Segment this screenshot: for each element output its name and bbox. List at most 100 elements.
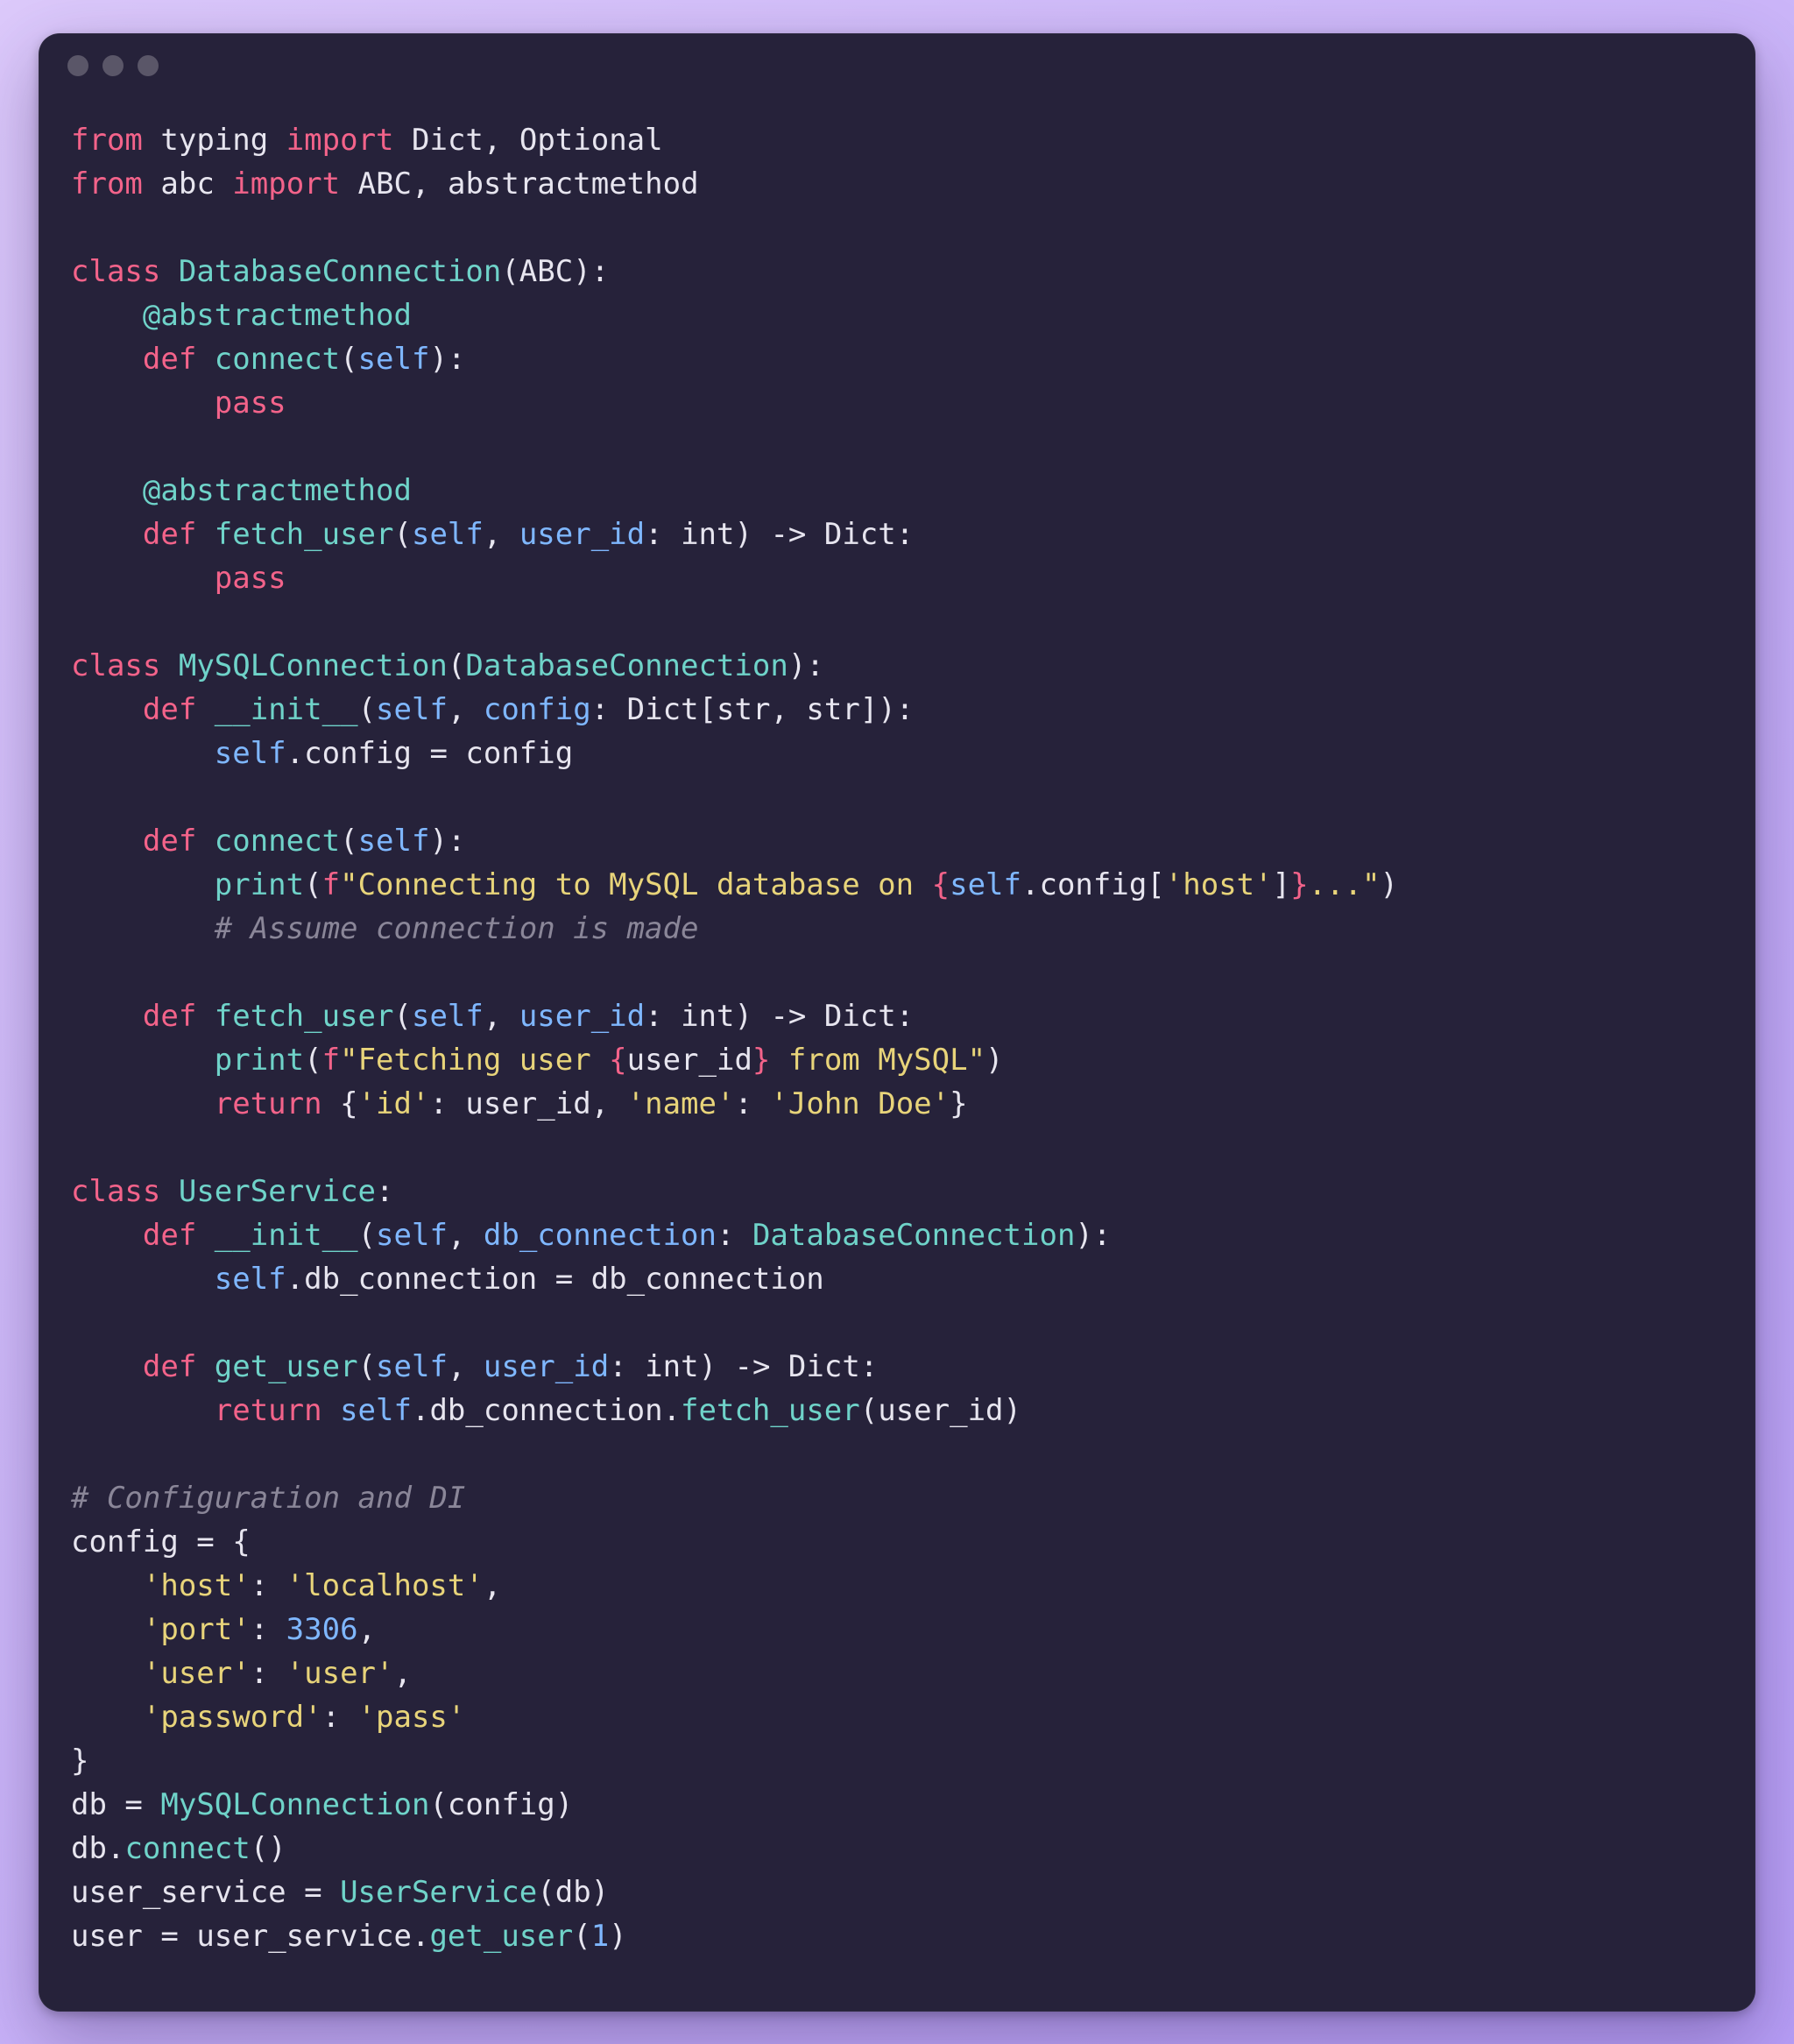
code-token: ) -> (699, 1349, 788, 1384)
code-token: 'pass' (358, 1700, 466, 1735)
traffic-light-minimize-icon[interactable] (102, 55, 124, 76)
traffic-light-close-icon[interactable] (67, 55, 88, 76)
code-token: DatabaseConnection (465, 648, 788, 683)
code-token: . (412, 1919, 429, 1954)
code-token: 'host' (1165, 867, 1273, 902)
code-token: return (215, 1086, 322, 1121)
code-token: ( (358, 692, 376, 727)
code-token: ) (609, 1919, 626, 1954)
code-token: 'name' (627, 1086, 735, 1121)
code-token (196, 692, 214, 727)
code-token: ) (1380, 867, 1397, 902)
code-token: config (465, 736, 573, 771)
code-token: str (806, 692, 859, 727)
code-token: def (143, 692, 196, 727)
code-token: ..." (1309, 867, 1381, 902)
code-token: : (322, 1700, 358, 1735)
code-token: ( (429, 1787, 447, 1822)
code-token (71, 1349, 143, 1384)
code-token: str (717, 692, 770, 727)
code-token: ( (304, 867, 321, 902)
code-token: { (609, 1043, 626, 1078)
code-token: Dict (627, 692, 699, 727)
code-token: print (215, 867, 304, 902)
code-token (143, 123, 160, 158)
code-token (71, 342, 143, 377)
code-token: 1 (591, 1919, 609, 1954)
code-token (71, 1568, 143, 1603)
code-token (394, 123, 412, 158)
code-token: db_connection (591, 1262, 824, 1297)
code-token: ( (448, 648, 465, 683)
code-token (71, 1262, 215, 1297)
code-token: = (143, 1919, 196, 1954)
code-token: def (143, 517, 196, 552)
code-token: [ (1147, 867, 1164, 902)
code-token (71, 824, 143, 859)
code-token: DatabaseConnection (752, 1218, 1075, 1253)
code-token (322, 1393, 340, 1428)
code-token: MySQLConnection (160, 1787, 429, 1822)
code-token: ( (394, 999, 412, 1034)
code-token: 'John Doe' (770, 1086, 950, 1121)
code-token: connect (215, 342, 340, 377)
code-token: user_id (519, 517, 645, 552)
code-token: @abstractmethod (143, 298, 412, 333)
code-token: self (412, 999, 484, 1034)
code-token: @abstractmethod (143, 473, 412, 508)
code-token: . (412, 1393, 429, 1428)
code-token: fetch_user (681, 1393, 860, 1428)
code-token: self (358, 824, 430, 859)
code-token: . (663, 1393, 681, 1428)
code-token: self (215, 1262, 286, 1297)
code-token: db (555, 1875, 591, 1910)
code-token: from (71, 166, 143, 202)
code-token (160, 1174, 178, 1209)
code-token: = (412, 736, 465, 771)
code-token: connect (215, 824, 340, 859)
code-editor[interactable]: from typing import Dict, Optional from a… (39, 97, 1755, 2011)
code-token (143, 166, 160, 202)
code-token: , (394, 1656, 412, 1691)
traffic-light-zoom-icon[interactable] (138, 55, 159, 76)
code-token: ( (358, 1218, 376, 1253)
code-token: ]): (860, 692, 914, 727)
code-token: : (860, 1349, 878, 1384)
code-token: def (143, 342, 196, 377)
code-token: . (286, 1262, 304, 1297)
code-token: ) (555, 1787, 573, 1822)
code-token: 'localhost' (286, 1568, 484, 1603)
code-token: from (71, 123, 143, 158)
code-token: 'id' (358, 1086, 430, 1121)
code-token: { (322, 1086, 358, 1121)
code-token (71, 999, 143, 1034)
code-token: : (896, 999, 914, 1034)
code-token: "Connecting to MySQL database on (340, 867, 932, 902)
code-token: , (770, 692, 806, 727)
code-token (196, 1218, 214, 1253)
code-token: int (681, 517, 734, 552)
code-token: self (376, 1218, 448, 1253)
code-token: db_connection (484, 1218, 717, 1253)
code-token: ( (860, 1393, 878, 1428)
code-token: config (484, 692, 591, 727)
code-token: config (304, 736, 412, 771)
code-token: Dict (788, 1349, 860, 1384)
code-token (196, 517, 214, 552)
code-token: : (734, 1086, 770, 1121)
code-token: "Fetching user (340, 1043, 609, 1078)
code-token: } (752, 1043, 770, 1078)
code-token: config (71, 1524, 179, 1560)
code-token: : (251, 1656, 286, 1691)
code-token: ): (429, 342, 465, 377)
code-token (71, 911, 215, 946)
code-token: = (107, 1787, 160, 1822)
code-token: : (376, 1174, 393, 1209)
code-token: __init__ (215, 1218, 358, 1253)
code-token: def (143, 824, 196, 859)
code-token: user_id (627, 1043, 752, 1078)
code-token (71, 1393, 215, 1428)
traffic-lights (67, 55, 159, 76)
code-token: 'port' (143, 1612, 251, 1647)
code-token: 'user' (143, 1656, 251, 1691)
